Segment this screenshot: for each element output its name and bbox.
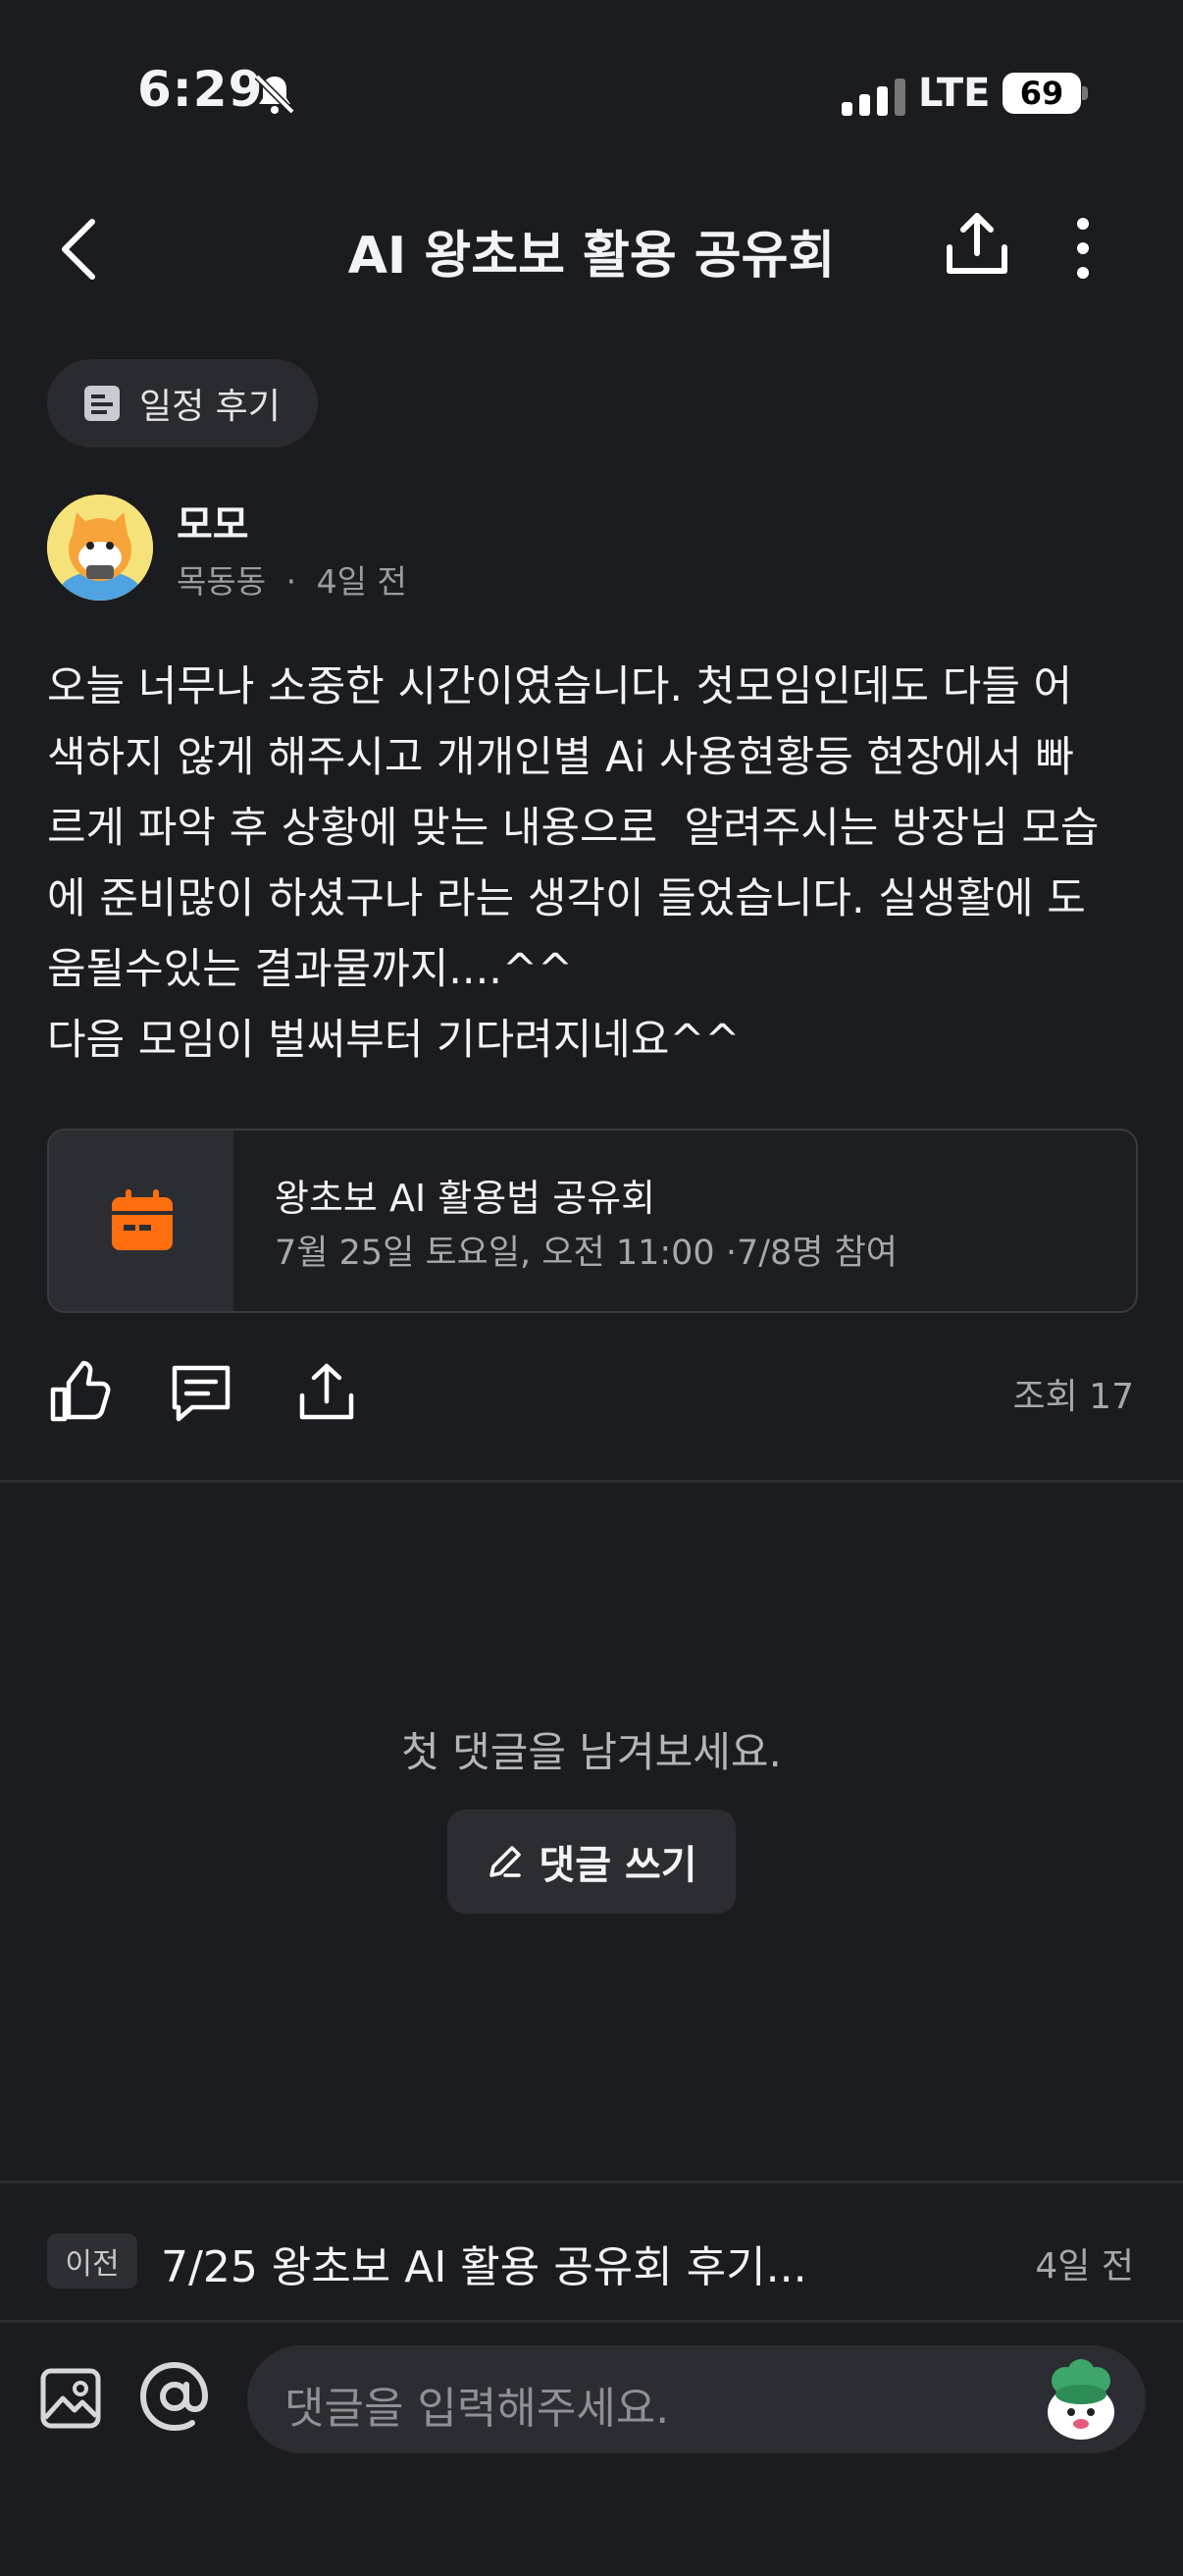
share-icon[interactable]	[940, 208, 1014, 283]
event-card-thumb	[49, 1130, 233, 1311]
divider	[0, 2181, 1183, 2183]
pencil-icon	[489, 1846, 522, 1877]
author-name[interactable]: 모모	[177, 493, 249, 550]
comment-icon[interactable]	[169, 1360, 233, 1425]
meta-separator: ·	[285, 562, 297, 601]
signal-icon	[842, 77, 905, 116]
prev-post-time: 4일 전	[1035, 2246, 1134, 2287]
view-count: 조회 17	[1012, 1377, 1135, 1417]
event-subtitle: 7월 25일 토요일, 오전 11:00 ·7/8명 참여	[275, 1234, 899, 1273]
battery-level: 69	[1003, 73, 1081, 114]
divider	[0, 1480, 1183, 1483]
share-icon[interactable]	[294, 1360, 359, 1425]
network-label: LTE	[918, 71, 991, 116]
author-location: 목동동	[177, 562, 267, 601]
chip-label: 일정 후기	[139, 387, 281, 427]
more-icon[interactable]	[1061, 214, 1105, 283]
status-time: 6:29	[137, 61, 264, 118]
post-body: 오늘 너무나 소중한 시간이였습니다. 첫모임인데도 다들 어 색하지 않게 해…	[47, 662, 1100, 1065]
comment-placeholder: 댓글을 입력해주세요.	[284, 2384, 670, 2434]
battery-tip	[1082, 86, 1088, 100]
prev-badge: 이전	[47, 2234, 137, 2288]
empty-comments-text: 첫 댓글을 남겨보세요.	[401, 1728, 782, 1776]
sticker-icon[interactable]	[1040, 2355, 1122, 2444]
event-card[interactable]: 왕초보 AI 활용법 공유회 7월 25일 토요일, 오전 11:00 ·7/8…	[47, 1129, 1138, 1313]
like-icon[interactable]	[47, 1360, 112, 1425]
avatar[interactable]	[47, 495, 153, 601]
image-icon[interactable]	[37, 2365, 104, 2432]
prev-post-link[interactable]: 7/25 왕초보 AI 활용 공유회 후기...	[161, 2232, 807, 2294]
bell-mute-icon	[254, 74, 295, 115]
category-chip[interactable]: 일정 후기	[47, 359, 318, 447]
post-time: 4일 전	[316, 562, 407, 601]
note-icon	[84, 386, 120, 421]
write-comment-button[interactable]: 댓글 쓰기	[447, 1810, 736, 1914]
author-meta: 목동동 · 4일 전	[177, 555, 407, 603]
calendar-icon	[112, 1189, 173, 1250]
event-title: 왕초보 AI 활용법 공유회	[275, 1177, 656, 1220]
at-icon[interactable]	[137, 2357, 212, 2436]
write-comment-label: 댓글 쓰기	[539, 1843, 697, 1888]
